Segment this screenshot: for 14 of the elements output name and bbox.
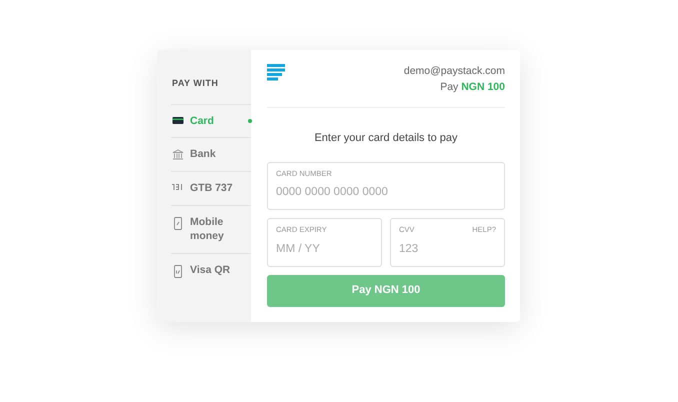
logo-icon — [267, 64, 285, 81]
text-input[interactable]: 123 — [399, 240, 496, 258]
phone-icon — [172, 216, 184, 230]
prompt-text: Enter your card details to pay — [313, 130, 459, 146]
text-input[interactable]: 0000 0000 0000 0000 — [276, 184, 496, 202]
sidebar-title: PAY WITH — [172, 77, 218, 90]
email-text: demo@paystack.com — [404, 64, 505, 79]
amount-text: Pay NGN 100 — [439, 80, 505, 95]
text-input[interactable]: MM / YY — [276, 240, 373, 258]
card-icon — [172, 116, 184, 124]
bank-icon — [172, 149, 184, 160]
keypad-icon — [172, 182, 184, 191]
phone-icon — [172, 264, 184, 278]
active-dot — [248, 119, 252, 123]
